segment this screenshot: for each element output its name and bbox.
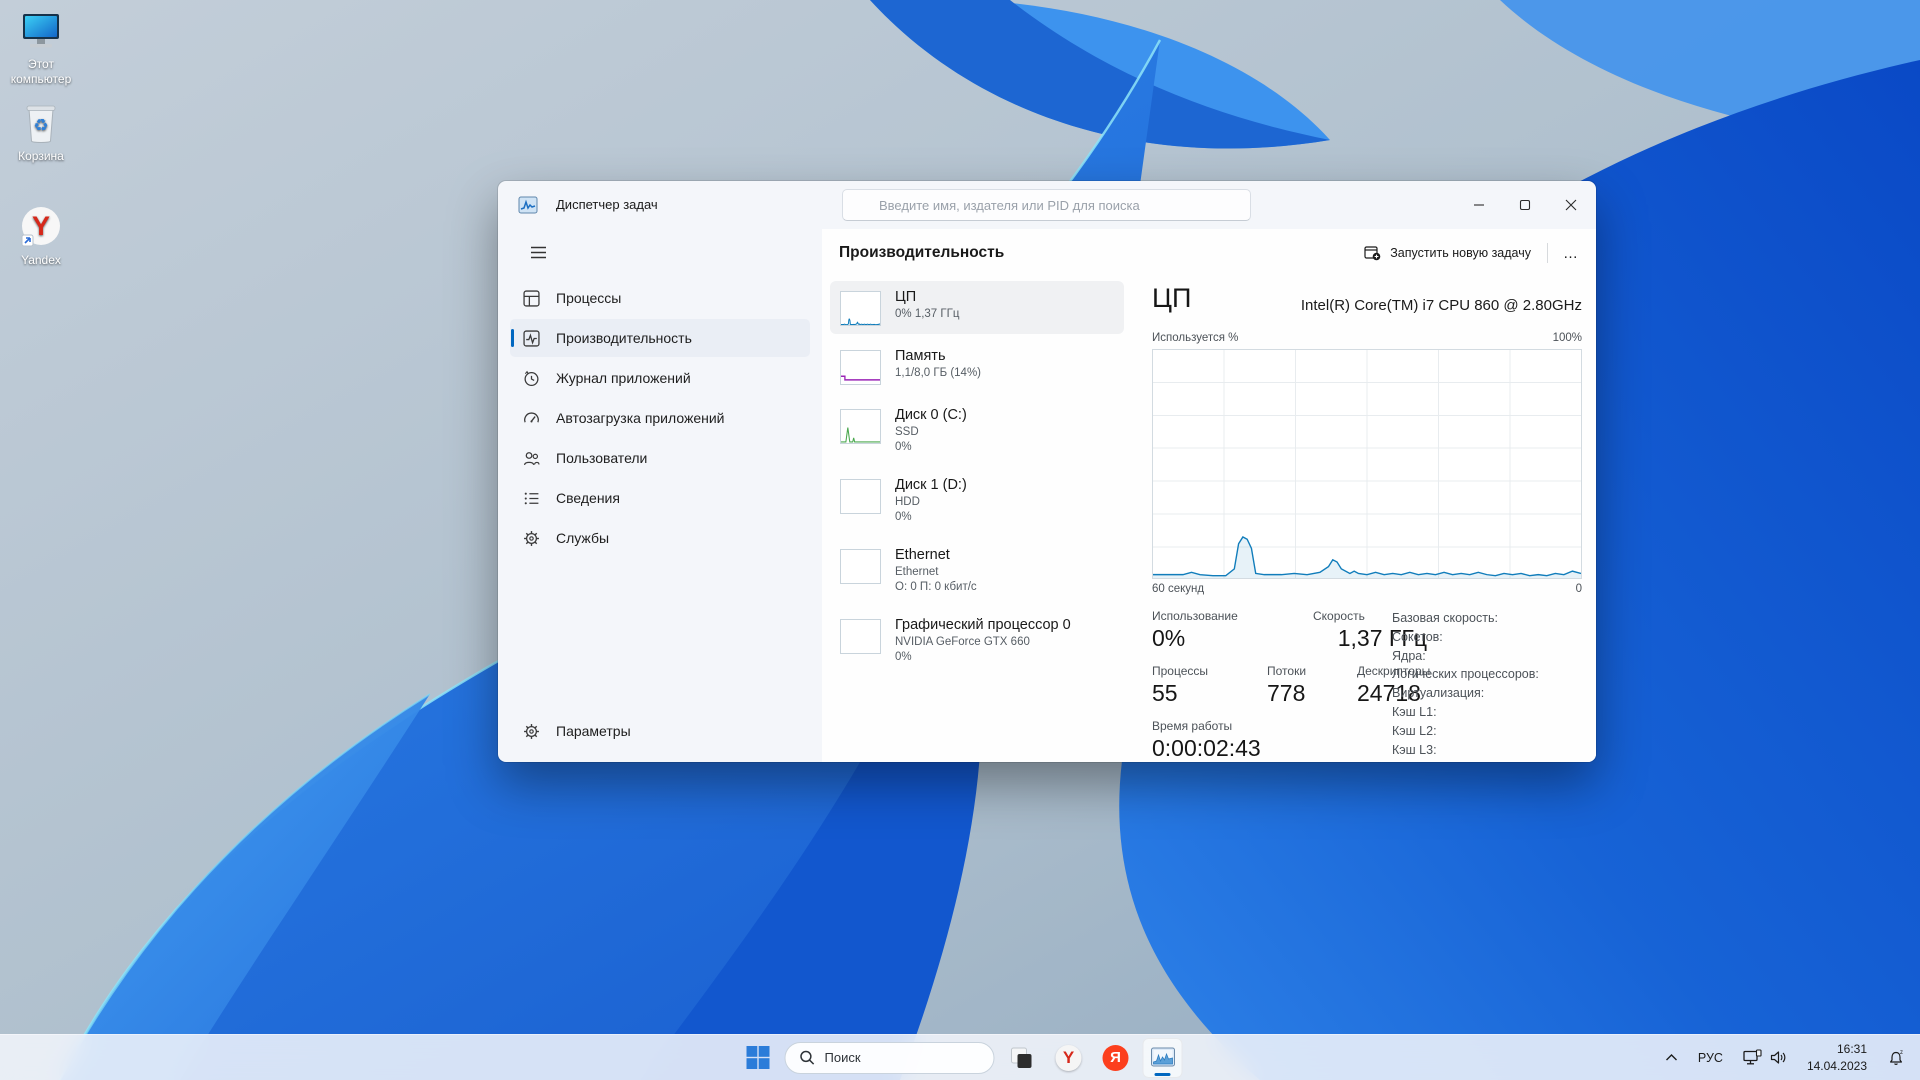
taskbar-search[interactable]: Поиск [784,1041,995,1074]
task-manager-window: Диспетчер задач Введите имя, издателя ил… [498,181,1596,762]
hamburger-menu-icon[interactable] [520,237,556,267]
perf-item-gpu0[interactable]: Графический процессор 0 NVIDIA GeForce G… [830,609,1124,673]
cpu-model-name: Intel(R) Core(TM) i7 CPU 860 @ 2.80GHz [1300,297,1582,314]
graph-x-zero-label: 0 [1575,583,1582,595]
sidebar-item-services[interactable]: Службы [510,519,810,557]
graph-x-range-label: 60 секунд [1152,583,1205,595]
desktop-icon-label: Yandex [21,253,61,267]
tray-time: 16:31 [1836,1042,1867,1057]
search-input[interactable] [842,189,1251,221]
close-button[interactable] [1548,181,1594,228]
sidebar: Процессы Производительность Журнал прило… [498,229,822,762]
svg-text:♻: ♻ [33,116,48,136]
app-history-icon [524,370,539,386]
network-tray-item[interactable] [1736,1040,1794,1076]
sidebar-item-details[interactable]: Сведения [510,479,810,517]
run-new-task-button[interactable]: Запустить новую задачу [1354,239,1541,267]
threads-value: 778 [1267,680,1306,706]
network-icon [1743,1049,1762,1065]
minimize-button[interactable] [1456,181,1502,228]
disk0-sparkline [840,409,881,444]
performance-icon [523,329,540,347]
taskbar-search-label: Поиск [824,1050,861,1065]
yandex-browser-icon: Y [1055,1044,1082,1071]
desktop: Этот компьютер ♻ Корзина Y Yandex Диспет… [0,0,1920,1080]
toolbar-divider [1547,243,1548,263]
desktop-icon-this-pc[interactable]: Этот компьютер [0,8,84,87]
gpu-sparkline [840,618,881,654]
page-title: Производительность [839,244,1005,261]
tray-date: 14.04.2023 [1806,1058,1867,1073]
sidebar-item-app-history[interactable]: Журнал приложений [510,359,810,397]
graph-y-max-label: 100% [1552,332,1582,344]
titlebar[interactable]: Диспетчер задач [498,181,1596,229]
perf-item-disk0[interactable]: Диск 0 (C:) SSD 0% [830,399,1124,463]
chevron-up-icon [1665,1054,1677,1061]
svg-text:Y: Y [32,211,50,241]
perf-item-memory[interactable]: Память 1,1/8,0 ГБ (14%) [830,340,1124,393]
cpu-spec-labels: Базовая скорость: Сокетов: Ядра: Логичес… [1392,611,1539,757]
cpu-usage-graph[interactable] [1152,349,1582,579]
task-manager-icon [1150,1047,1175,1066]
sidebar-item-startup-apps[interactable]: Автозагрузка приложений [510,399,810,437]
language-indicator[interactable]: РУС [1691,1040,1730,1076]
performance-list: ЦП 0% 1,37 ГГц Память 1,1/8,0 ГБ (14%) Д… [830,281,1124,673]
sidebar-item-users[interactable]: Пользователи [510,439,810,477]
taskbar-app-squares[interactable] [1002,1038,1042,1078]
search-icon [800,1050,815,1065]
maximize-button[interactable] [1502,181,1548,228]
sidebar-item-settings[interactable]: Параметры [510,712,810,750]
volume-icon [1770,1051,1786,1064]
taskbar-task-manager[interactable] [1142,1037,1183,1078]
task-manager-app-icon [518,196,538,214]
ethernet-sparkline [840,548,881,584]
desktop-icon-label: Этот компьютер [10,57,72,86]
yandex-ya-icon: Я [1102,1044,1129,1071]
yandex-browser-icon: Y [0,204,84,250]
cpu-section-title: ЦП [1152,283,1192,313]
graph-y-axis-label: Используется % [1152,332,1239,344]
taskbar-yandex-browser[interactable]: Y [1049,1038,1089,1078]
start-button[interactable] [738,1038,778,1078]
new-task-icon [1364,246,1381,261]
computer-icon [0,8,84,54]
uptime-value: 0:00:02:43 [1152,735,1261,761]
overlapping-squares-icon [1011,1047,1032,1068]
clock-tray-item[interactable]: 16:31 14.04.2023 [1800,1040,1874,1076]
recycle-bin-icon: ♻ [0,100,84,146]
taskbar-yandex-app[interactable]: Я [1096,1038,1136,1078]
services-icon [524,530,539,546]
more-options-button[interactable]: … [1554,239,1588,267]
taskbar: Поиск Y Я РУС 16:31 14.04.2023 z [0,1034,1920,1080]
selection-accent-bar [511,329,514,347]
sidebar-item-performance[interactable]: Производительность [510,319,810,357]
perf-item-ethernet[interactable]: Ethernet Ethernet О: 0 П: 0 кбит/с [830,539,1124,603]
gear-icon [524,723,539,739]
content-area: Производительность Запустить новую задач… [822,229,1596,762]
notification-bell[interactable]: z [1880,1040,1912,1076]
tray-chevron-up[interactable] [1658,1040,1685,1076]
windows-logo-icon [746,1046,769,1069]
disk1-sparkline [840,478,881,514]
window-title: Диспетчер задач [556,197,658,212]
processes-icon [523,289,540,307]
memory-sparkline [840,350,881,385]
processes-value: 55 [1152,680,1178,706]
desktop-icon-recycle-bin[interactable]: ♻ Корзина [0,100,84,164]
cpu-usage-value: 0% [1152,625,1186,651]
svg-text:z: z [1900,1050,1903,1056]
desktop-icon-label: Корзина [18,149,64,163]
bell-sleep-icon: z [1890,1050,1903,1065]
perf-item-cpu[interactable]: ЦП 0% 1,37 ГГц [830,281,1124,334]
cpu-stats: Использование 0% Скорость 1,37 ГГц Проце… [1152,609,1582,774]
startup-apps-icon [524,411,539,423]
details-icon [524,492,539,504]
desktop-icon-yandex[interactable]: Y Yandex [0,204,84,268]
perf-item-disk1[interactable]: Диск 1 (D:) HDD 0% [830,469,1124,533]
users-icon [523,451,540,465]
sidebar-item-processes[interactable]: Процессы [510,279,810,317]
cpu-sparkline [840,291,881,326]
active-app-indicator [1154,1072,1171,1076]
